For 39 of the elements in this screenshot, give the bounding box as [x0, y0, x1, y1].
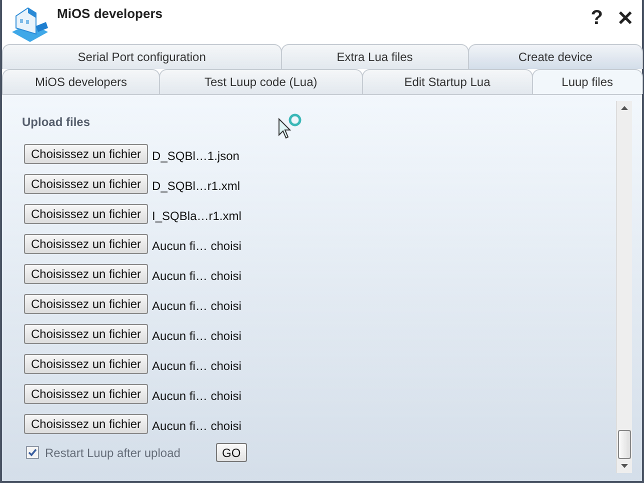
choose-file-button[interactable]: Choisissez un fichier [24, 384, 148, 404]
file-name: Aucun fi… choisi [152, 269, 242, 283]
tab[interactable]: Luup files [532, 69, 643, 94]
choose-file-button[interactable]: Choisissez un fichier [24, 234, 148, 254]
help-button[interactable]: ? [588, 6, 605, 31]
choose-file-button[interactable]: Choisissez un fichier [24, 414, 148, 434]
file-name: D_SQBl…1.json [152, 149, 240, 163]
file-name: I_SQBla…r1.xml [152, 209, 242, 223]
tab[interactable]: Edit Startup Lua [362, 69, 533, 94]
tab[interactable]: Create device [468, 44, 643, 69]
restart-checkbox[interactable] [26, 446, 39, 459]
busy-cursor-icon [278, 113, 302, 139]
file-name: Aucun fi… choisi [152, 389, 242, 403]
tab[interactable]: MiOS developers [2, 69, 160, 94]
window-title: MiOS developers [57, 6, 164, 21]
checkbox-label: Restart Luup after upload [45, 446, 180, 460]
scroll-down-icon[interactable] [621, 464, 628, 468]
tab[interactable]: Test Luup code (Lua) [159, 69, 363, 94]
file-name: Aucun fi… choisi [152, 419, 242, 433]
scrollbar[interactable] [616, 101, 632, 473]
go-button[interactable]: GO [216, 443, 247, 462]
close-button[interactable]: ✕ [615, 6, 636, 31]
choose-file-button[interactable]: Choisissez un fichier [24, 174, 148, 194]
file-name: Aucun fi… choisi [152, 329, 242, 343]
file-name: Aucun fi… choisi [152, 299, 242, 313]
choose-file-button[interactable]: Choisissez un fichier [24, 354, 148, 374]
scrollbar-thumb[interactable] [618, 430, 631, 459]
choose-file-button[interactable]: Choisissez un fichier [24, 144, 148, 164]
choose-file-button[interactable]: Choisissez un fichier [24, 294, 148, 314]
file-name: Aucun fi… choisi [152, 359, 242, 373]
scroll-up-icon[interactable] [621, 106, 628, 110]
tab[interactable]: Extra Lua files [280, 44, 469, 69]
section-title: Upload files [22, 115, 90, 129]
file-name: D_SQBl…r1.xml [152, 179, 240, 193]
choose-file-button[interactable]: Choisissez un fichier [24, 204, 148, 224]
tab[interactable]: Serial Port configuration [2, 44, 282, 69]
file-name: Aucun fi… choisi [152, 239, 242, 253]
choose-file-button[interactable]: Choisissez un fichier [24, 324, 148, 344]
choose-file-button[interactable]: Choisissez un fichier [24, 264, 148, 284]
